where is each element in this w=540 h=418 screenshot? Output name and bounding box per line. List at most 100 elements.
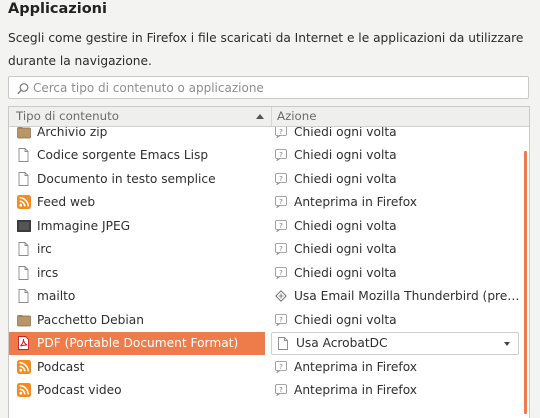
table-row[interactable]: mailto Usa Email Mozilla Thunderbird (pre… <box>9 285 521 309</box>
content-type-label: Immagine JPEG <box>37 218 131 233</box>
svg-text:?: ? <box>279 175 283 183</box>
table-row[interactable]: Immagine JPEG? Chiedi ogni volta <box>9 214 519 238</box>
table-row[interactable]: Podcast video? Anteprima in Firefox <box>9 379 519 403</box>
action-cell[interactable]: ? Chiedi ogni volta <box>273 308 521 332</box>
content-type-table[interactable]: Archivio zip? Chiedi ogni volta Codice sor… <box>8 106 530 418</box>
sort-ascending-icon <box>256 114 264 119</box>
ask-icon: ? <box>275 149 287 162</box>
ask-icon: ? <box>275 219 287 233</box>
content-type-label: mailto <box>37 289 76 304</box>
content-type-label: Feed web <box>37 195 96 210</box>
search-input[interactable] <box>33 80 513 95</box>
scrollbar[interactable] <box>524 151 527 414</box>
action-label: Anteprima in Firefox <box>294 195 418 210</box>
content-type-cell[interactable]: ircs <box>9 261 265 285</box>
content-type-label: Documento in testo semplice <box>37 171 216 186</box>
image-icon <box>17 219 31 233</box>
ask-icon: ? <box>275 172 287 186</box>
action-select[interactable]: Usa AcrobatDC <box>271 331 519 355</box>
table-row-selected[interactable]: PDF (Portable Document Format) Usa Acroba… <box>9 331 519 355</box>
file-icon <box>17 265 30 280</box>
content-type-cell[interactable]: Podcast video <box>9 379 265 403</box>
table-row[interactable]: irc? Chiedi ogni volta <box>9 238 519 262</box>
content-type-cell[interactable]: Codice sorgente Emacs Lisp <box>9 144 265 168</box>
action-select-value: Usa AcrobatDC <box>296 336 388 351</box>
section-description: Scegli come gestire in Firefox i file sc… <box>8 31 524 68</box>
content-type-label: PDF (Portable Document Format) <box>37 336 239 351</box>
column-header-type-label: Tipo di contenuto <box>16 109 119 123</box>
thunderbird-icon <box>275 290 287 303</box>
content-type-cell[interactable]: irc <box>9 238 265 262</box>
table-row[interactable]: Feed web? Anteprima in Firefox <box>9 191 519 215</box>
table-row[interactable]: Codice sorgente Emacs Lisp? Chiedi ogni v… <box>9 144 519 168</box>
svg-text:?: ? <box>279 128 283 136</box>
content-type-cell[interactable]: Immagine JPEG <box>9 214 265 238</box>
search-box[interactable] <box>8 76 529 99</box>
column-header-action-label: Azione <box>277 109 317 123</box>
action-cell[interactable]: ? Anteprima in Firefox <box>273 379 521 403</box>
content-type-label: Codice sorgente Emacs Lisp <box>37 148 209 163</box>
preview-icon: ? <box>275 196 287 209</box>
action-label: Chiedi ogni volta <box>294 171 397 186</box>
svg-text:?: ? <box>279 245 283 253</box>
preview-icon: ? <box>275 384 287 397</box>
content-type-cell[interactable]: Pacchetto Debian <box>9 308 265 332</box>
preview-icon: ? <box>275 360 287 374</box>
ask-icon: ? <box>275 125 287 139</box>
table-row[interactable]: Documento in testo semplice? Chiedi ogni … <box>9 167 519 191</box>
content-type-label: irc <box>37 242 52 257</box>
file-icon <box>17 148 30 163</box>
content-type-cell[interactable]: Documento in testo semplice <box>9 167 265 191</box>
content-type-cell[interactable]: Podcast <box>9 355 265 379</box>
action-cell[interactable]: Usa Email Mozilla Thunderbird (predefini… <box>273 285 521 309</box>
table-row[interactable]: Pacchetto Debian? Chiedi ogni volta <box>9 308 519 332</box>
section-title: Applicazioni <box>8 1 107 17</box>
action-label: Anteprima in Firefox <box>294 359 418 374</box>
content-type-label: Pacchetto Debian <box>37 312 144 327</box>
action-cell[interactable]: ? Anteprima in Firefox <box>273 191 521 215</box>
action-cell[interactable]: ? Chiedi ogni volta <box>273 261 521 285</box>
action-label: Anteprima in Firefox <box>294 383 418 398</box>
ask-icon: ? <box>275 313 287 327</box>
action-cell[interactable]: ? Chiedi ogni volta <box>273 144 521 168</box>
svg-text:?: ? <box>279 198 283 206</box>
svg-text:?: ? <box>279 151 283 159</box>
file-icon <box>17 242 30 257</box>
ask-icon: ? <box>275 266 287 280</box>
column-header-action[interactable]: Azione <box>277 107 317 126</box>
content-type-cell[interactable]: Feed web <box>9 191 265 215</box>
svg-text:?: ? <box>279 222 283 230</box>
action-cell[interactable]: ? Chiedi ogni volta <box>273 214 521 238</box>
action-label: Chiedi ogni volta <box>294 218 397 233</box>
svg-text:?: ? <box>279 316 283 324</box>
content-type-label: Podcast video <box>37 383 122 398</box>
table-header: Tipo di contenuto Azione <box>9 107 529 127</box>
table-row[interactable]: Podcast? Anteprima in Firefox <box>9 355 519 379</box>
feed-icon <box>17 359 31 374</box>
pdf-icon <box>17 336 30 351</box>
content-type-cell[interactable]: mailto <box>9 285 265 309</box>
feed-icon <box>17 383 31 398</box>
content-type-cell[interactable]: PDF (Portable Document Format) <box>9 331 265 355</box>
action-label: Chiedi ogni volta <box>294 265 397 280</box>
app-icon <box>277 337 289 351</box>
svg-text:?: ? <box>279 386 283 394</box>
svg-text:?: ? <box>279 269 283 277</box>
svg-text:?: ? <box>279 363 283 371</box>
column-header-type[interactable]: Tipo di contenuto <box>9 107 272 126</box>
action-cell[interactable]: ? Anteprima in Firefox <box>273 355 521 379</box>
feed-icon <box>17 195 31 210</box>
action-label: Chiedi ogni volta <box>294 242 397 257</box>
content-type-label: ircs <box>37 265 59 280</box>
action-cell[interactable]: ? Chiedi ogni volta <box>273 167 521 191</box>
action-label: Chiedi ogni volta <box>294 312 397 327</box>
file-icon <box>17 289 30 304</box>
action-label: Chiedi ogni volta <box>294 148 397 163</box>
folder-icon <box>17 313 31 327</box>
chevron-down-icon <box>504 341 510 346</box>
ask-icon: ? <box>275 243 287 256</box>
table-row[interactable]: ircs? Chiedi ogni volta <box>9 261 519 285</box>
action-cell[interactable]: ? Chiedi ogni volta <box>273 238 521 262</box>
file-icon <box>17 171 30 186</box>
search-icon <box>16 81 30 95</box>
